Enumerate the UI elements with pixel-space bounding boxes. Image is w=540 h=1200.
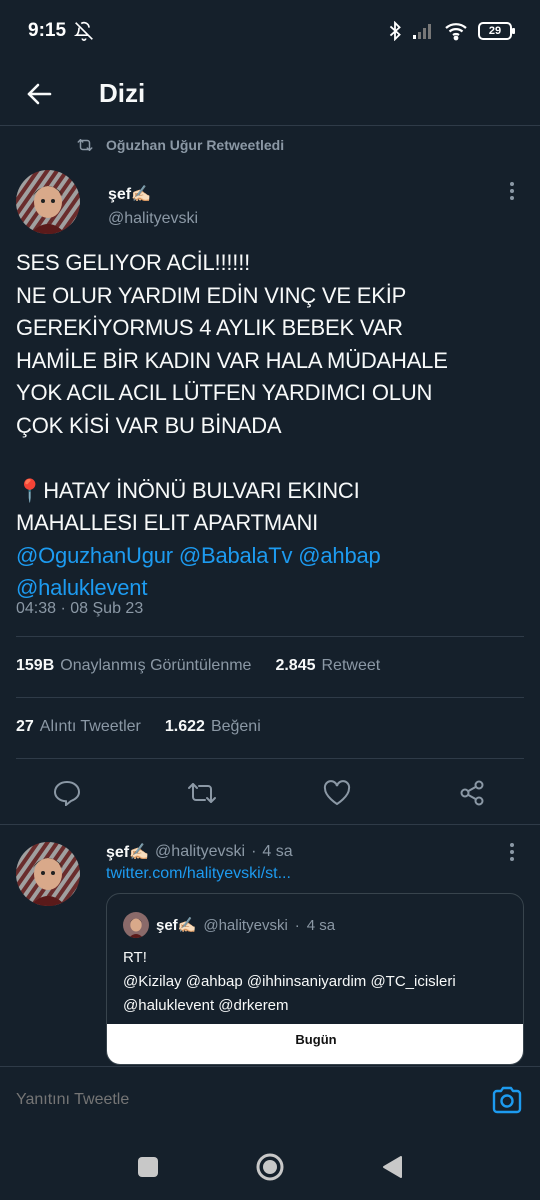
likes-count: 1.622	[164, 718, 205, 735]
separator-dot: ·	[251, 843, 257, 860]
quote-text: RT! @Kizilay @ahbap @ihhinsaniyardim @TC…	[123, 946, 518, 1018]
likes-label[interactable]: Beğeni	[211, 718, 261, 736]
reply-input[interactable]	[16, 1091, 456, 1109]
bluetooth-icon	[389, 21, 401, 41]
tweet-line	[16, 442, 526, 475]
arrow-left-icon	[27, 83, 52, 104]
share-button[interactable]	[455, 776, 489, 810]
more-icon-dot	[510, 857, 514, 861]
mention-link[interactable]: @BabalaTv	[179, 543, 293, 568]
mention-link[interactable]: @haluklevent	[16, 575, 147, 600]
mention-link[interactable]: @ahbap	[298, 543, 381, 568]
divider	[16, 697, 524, 698]
camera-icon	[492, 1086, 522, 1114]
quote-avatar	[123, 912, 149, 938]
reply-more-options-button[interactable]	[501, 840, 523, 864]
divider	[16, 758, 524, 759]
system-nav-bar	[0, 1130, 540, 1200]
author-handle[interactable]: @halityevski	[108, 210, 198, 228]
quote-media: Bugün	[107, 1024, 523, 1064]
tweet-line: SES GELIYOR ACİL!!!!!!	[16, 250, 251, 275]
more-icon-dot	[510, 196, 514, 200]
quote-author-handle: @halityevski	[203, 916, 288, 934]
like-button[interactable]	[320, 776, 354, 810]
status-bar: 9:15 29	[0, 0, 540, 62]
retweets-label[interactable]: Retweet	[322, 657, 381, 675]
quote-time: 4 sa	[306, 916, 336, 934]
more-options-button[interactable]	[501, 179, 523, 203]
more-icon-dot	[510, 182, 514, 186]
back-button[interactable]	[14, 69, 64, 119]
more-icon-dot	[510, 843, 514, 847]
separator-dot: ·	[294, 916, 300, 934]
retweet-context-text: Oğuzhan Uğur Retweetledi	[106, 137, 285, 153]
camera-button[interactable]	[491, 1085, 523, 1115]
quote-line: RT!	[123, 949, 147, 966]
home-button[interactable]	[255, 1152, 285, 1182]
reply-composer	[0, 1066, 540, 1130]
reply-avatar[interactable]	[16, 842, 80, 906]
page-title: Dizi	[99, 78, 146, 108]
more-icon-dot	[510, 850, 514, 854]
share-icon	[460, 780, 484, 806]
app-header: Dizi	[0, 62, 540, 126]
stats-row-views: 159B Onaylanmış Görüntülenme 2.845 Retwe…	[16, 657, 398, 675]
battery-indicator: 29	[478, 22, 515, 40]
reply-icon	[53, 780, 81, 806]
triangle-back-icon	[383, 1156, 402, 1178]
retweet-icon	[188, 783, 216, 803]
reply-link[interactable]: twitter.com/halityevski/st...	[106, 865, 291, 883]
quote-header: şef✍🏻 @halityevski · 4 sa	[123, 912, 335, 938]
status-time: 9:15	[28, 20, 67, 41]
tweet-line: 📍HATAY İNÖNÜ BULVARI EKINCI	[16, 477, 360, 503]
views-count: 159B	[16, 657, 55, 674]
quote-media-label: Bugün	[295, 1032, 337, 1047]
back-nav-button[interactable]	[377, 1152, 407, 1182]
reply-button[interactable]	[50, 776, 84, 810]
tweet-line: MAHALLESI ELIT APARTMANI	[16, 510, 319, 535]
retweet-icon	[77, 139, 93, 151]
quotes-count: 27	[16, 718, 34, 735]
quote-author-name: şef✍🏻	[156, 917, 197, 934]
more-icon-dot	[510, 189, 514, 193]
divider	[16, 636, 524, 637]
circle-icon	[256, 1153, 284, 1181]
reply-meta: şef✍🏻 @halityevski · 4 sa	[106, 842, 293, 862]
author-name[interactable]: şef✍🏻	[108, 184, 151, 204]
tweet-line: NE OLUR YARDIM EDİN VINÇ VE EKİP	[16, 282, 407, 308]
wifi-icon	[445, 23, 467, 41]
reply-author-handle[interactable]: @halityevski	[155, 843, 245, 861]
retweet-context[interactable]: Oğuzhan Uğur Retweetledi	[76, 137, 284, 153]
tweet-action-bar	[0, 768, 540, 818]
tweet-timestamp[interactable]: 04:38 · 08 Şub 23	[16, 600, 143, 618]
avatar[interactable]	[16, 170, 80, 234]
tweet-line: HAMİLE BİR KADIN VAR HALA MÜDAHALE	[16, 347, 448, 373]
reply-time: 4 sa	[262, 843, 293, 860]
mention-link[interactable]: @OguzhanUgur	[16, 543, 173, 568]
quoted-tweet-card[interactable]: şef✍🏻 @halityevski · 4 sa RT! @Kizilay @…	[106, 893, 524, 1065]
bell-off-icon	[74, 21, 93, 41]
tweet-line: GEREKİYORMUS 4 AYLIK BEBEK VAR	[16, 315, 403, 340]
views-label[interactable]: Onaylanmış Görüntülenme	[60, 657, 251, 675]
stats-row-likes: 27 Alıntı Tweetler 1.622 Beğeni	[16, 718, 279, 736]
retweet-button[interactable]	[185, 776, 219, 810]
square-icon	[138, 1157, 158, 1177]
divider	[0, 824, 540, 825]
retweets-count: 2.845	[275, 657, 316, 674]
heart-icon	[323, 780, 351, 806]
quote-line: @Kizilay @ahbap @ihhinsaniyardim @TC_ici…	[123, 973, 456, 990]
quote-line: @haluklevent @drkerem	[123, 997, 289, 1014]
tweet-text: SES GELIYOR ACİL!!!!!! NE OLUR YARDIM ED…	[16, 247, 526, 605]
reply-author-name[interactable]: şef✍🏻	[106, 842, 149, 862]
recents-button[interactable]	[133, 1152, 163, 1182]
quotes-label[interactable]: Alıntı Tweetler	[40, 718, 141, 736]
tweet-line: YOK ACIL ACIL LÜTFEN YARDIMCI OLUN	[16, 380, 433, 405]
mentions-line: @OguzhanUgur @BabalaTv @ahbap	[16, 540, 526, 573]
tweet-line: ÇOK KİSİ VAR BU BİNADA	[16, 412, 282, 438]
signal-icon	[413, 24, 431, 39]
